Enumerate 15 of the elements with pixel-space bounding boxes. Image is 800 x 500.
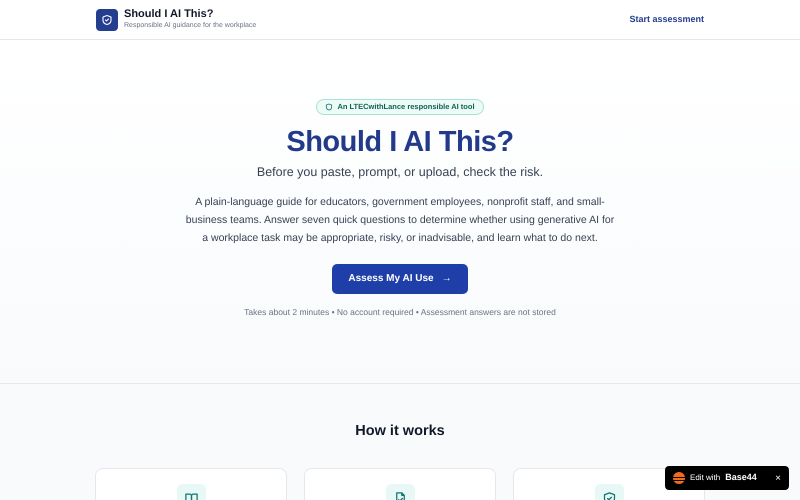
logo-shield-icon — [96, 8, 118, 30]
site-title: Should I AI This? — [124, 8, 214, 21]
assess-button[interactable]: Assess My AI Use → — [332, 264, 468, 294]
section-title: How it works — [355, 422, 445, 441]
sun-logo-icon — [673, 472, 685, 484]
hero-note: Takes about 2 minutes • No account required • Assessment answers are not stored — [244, 306, 556, 318]
close-button[interactable]: × — [775, 470, 781, 486]
hero-title: Should I AI This? — [286, 125, 514, 159]
shield-icon — [325, 103, 334, 111]
edit-widget[interactable]: Edit with Base44 × — [665, 466, 789, 490]
start-assessment-link[interactable]: Start assessment — [629, 12, 704, 26]
hero-tagline: Before you paste, prompt, or upload, check the risk. — [256, 164, 544, 181]
hero-description: A plain-language guide for educators, government employees, nonprofit staff, and small-business teams. Answer seven quick questions to determine whether using generative AI for a workplace task may be appropriate, risky, or inadvisable, and learn what to do next. — [185, 194, 615, 246]
widget-label: Edit with — [690, 472, 720, 484]
widget-brand: Base44 — [725, 471, 757, 484]
